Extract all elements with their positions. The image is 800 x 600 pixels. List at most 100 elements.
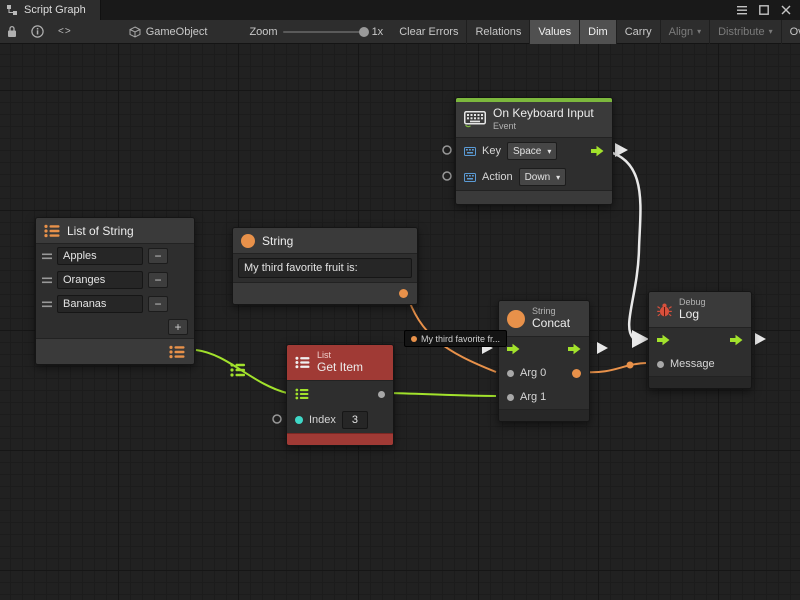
dim-button[interactable]: Dim [580, 20, 617, 44]
key-port-row: Key Space ▾ [456, 138, 612, 164]
node-concat[interactable]: String Concat Arg 0 Arg 1 [498, 300, 590, 422]
relations-button[interactable]: Relations [467, 20, 530, 44]
drag-handle-icon[interactable] [42, 253, 52, 260]
item-output-port[interactable] [378, 391, 385, 398]
message-port-row: Message [649, 352, 751, 376]
zoom-slider-knob[interactable] [359, 27, 369, 37]
overview-button[interactable]: Overv [782, 20, 800, 44]
lock-icon[interactable] [0, 20, 24, 44]
list-port-row [287, 381, 393, 407]
node-header[interactable]: Debug Log [649, 292, 751, 328]
log-control-out-marker[interactable] [755, 333, 766, 345]
string-icon [507, 310, 525, 328]
zoom-control: Zoom 1x [241, 20, 391, 44]
action-port-row: Action Down ▾ [456, 164, 612, 190]
message-input-port[interactable] [657, 361, 664, 368]
arg1-input-port[interactable] [507, 394, 514, 401]
index-input-port[interactable] [295, 416, 303, 424]
key-type-icon [464, 147, 476, 156]
node-body: My third favorite fruit is: [233, 254, 417, 282]
tab-script-graph[interactable]: Script Graph [0, 0, 101, 20]
zoom-slider[interactable] [283, 31, 367, 33]
string-icon [241, 234, 255, 248]
action-type-icon [464, 173, 476, 182]
port-key-external[interactable] [443, 146, 451, 154]
result-output-port[interactable] [572, 369, 581, 378]
key-label: Key [482, 145, 501, 157]
remove-item-button[interactable]: − [148, 248, 168, 264]
clear-errors-button[interactable]: Clear Errors [391, 20, 467, 44]
control-input-port[interactable] [657, 334, 670, 346]
zoom-value: 1x [372, 26, 384, 38]
message-label: Message [670, 358, 715, 370]
node-header[interactable]: On Keyboard Input Event [456, 102, 612, 138]
values-button[interactable]: Values [530, 20, 580, 44]
window-menu-icon[interactable] [734, 3, 750, 17]
align-dropdown[interactable]: Align ▾ [661, 20, 710, 44]
node-on-keyboard-input[interactable]: On Keyboard Input Event Key Space ▾ [455, 97, 613, 205]
keyboard-icon [464, 111, 486, 128]
node-header[interactable]: String [233, 228, 417, 254]
add-item-button[interactable]: + [168, 319, 188, 335]
node-port-footer [233, 282, 417, 304]
string-output-port[interactable] [399, 289, 408, 298]
action-dropdown[interactable]: Down ▾ [519, 168, 567, 186]
control-output-port[interactable] [730, 334, 743, 346]
list-output-port[interactable] [169, 345, 185, 359]
arg0-input-port[interactable] [507, 370, 514, 377]
carry-button[interactable]: Carry [617, 20, 661, 44]
list-item-row: Apples − [36, 244, 194, 268]
window-titlebar: Script Graph [0, 0, 800, 20]
remove-item-button[interactable]: − [148, 296, 168, 312]
node-footer [649, 376, 751, 388]
index-field[interactable]: 3 [342, 411, 368, 429]
list-item-field[interactable]: Apples [57, 247, 143, 265]
graph-canvas[interactable]: List of String Apples − Oranges − Banana… [0, 44, 800, 600]
index-port-row: Index 3 [287, 407, 393, 433]
node-title: String [262, 234, 293, 248]
wire-concat-to-log[interactable] [584, 362, 646, 373]
node-list-of-string[interactable]: List of String Apples − Oranges − Banana… [35, 217, 195, 365]
control-output-port[interactable] [568, 343, 581, 355]
drag-handle-icon[interactable] [42, 277, 52, 284]
node-footer [499, 409, 589, 421]
string-value-field[interactable]: My third favorite fruit is: [238, 258, 412, 278]
list-input-port[interactable] [295, 388, 309, 400]
list-item-row: Bananas − [36, 292, 194, 316]
node-footer [456, 190, 612, 204]
node-header[interactable]: List of String [36, 218, 194, 244]
tooltip-text: My third favorite fr... [421, 334, 500, 344]
concat-control-out-marker[interactable] [597, 342, 608, 354]
arg1-label: Arg 1 [520, 391, 546, 403]
add-item-row: + [36, 316, 194, 338]
node-get-item[interactable]: List Get Item Index 3 [286, 344, 394, 446]
remove-item-button[interactable]: − [148, 272, 168, 288]
control-output-port[interactable] [591, 145, 604, 157]
list-item-field[interactable]: Oranges [57, 271, 143, 289]
bug-icon [657, 302, 672, 317]
key-dropdown[interactable]: Space ▾ [507, 142, 557, 160]
control-port-row [499, 337, 589, 361]
node-header[interactable]: String Concat [499, 301, 589, 337]
control-input-port[interactable] [507, 343, 520, 355]
tab-label: Script Graph [24, 4, 86, 16]
drag-handle-icon[interactable] [42, 301, 52, 308]
wire-list-to-getitem[interactable] [196, 350, 287, 393]
port-index-external[interactable] [273, 415, 281, 423]
wire-list-value-icon [230, 363, 245, 376]
port-action-external[interactable] [443, 172, 451, 180]
node-header[interactable]: List Get Item [287, 345, 393, 381]
node-string-literal[interactable]: String My third favorite fruit is: [232, 227, 418, 305]
wire-getitem-to-concat[interactable] [388, 393, 496, 396]
node-debug-log[interactable]: Debug Log Message [648, 291, 752, 389]
code-view-icon[interactable]: <> [51, 20, 79, 44]
info-icon[interactable] [24, 20, 51, 44]
list-item-field[interactable]: Bananas [57, 295, 143, 313]
list-icon [295, 356, 310, 369]
arg1-port-row: Arg 1 [499, 385, 589, 409]
close-icon[interactable] [778, 3, 794, 17]
maximize-icon[interactable] [756, 3, 772, 17]
gameobject-selector[interactable]: GameObject [121, 20, 216, 44]
zoom-label: Zoom [249, 26, 277, 38]
distribute-dropdown[interactable]: Distribute ▾ [710, 20, 781, 44]
